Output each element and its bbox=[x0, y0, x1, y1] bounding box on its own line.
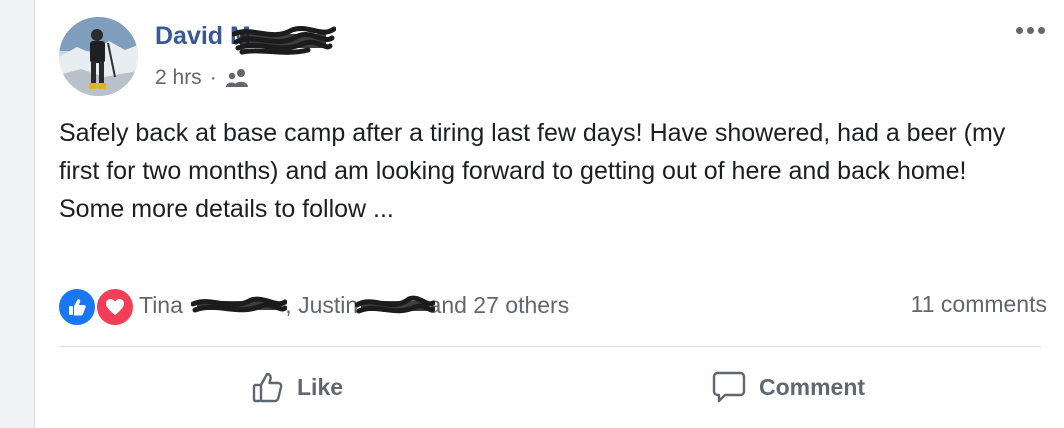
like-label: Like bbox=[297, 373, 344, 400]
comments-count[interactable]: 11 comments bbox=[911, 291, 1047, 318]
meta-separator: · bbox=[209, 66, 217, 89]
reactor-others[interactable]: and 27 others bbox=[429, 292, 570, 318]
redaction-scribble bbox=[354, 296, 435, 316]
post-card: David M 2 hrs · Safely back at base camp… bbox=[34, 0, 1064, 428]
redaction-mark bbox=[354, 296, 435, 314]
redaction-scribble bbox=[189, 296, 288, 316]
like-button[interactable]: Like bbox=[251, 362, 343, 412]
divider bbox=[59, 346, 1041, 347]
post-meta: 2 hrs · bbox=[155, 64, 251, 92]
more-options-icon[interactable] bbox=[1013, 20, 1047, 40]
friends-icon[interactable] bbox=[225, 68, 251, 88]
heart-icon bbox=[106, 299, 124, 315]
reactions-bar: Tina , Justin and 27 others 11 comments bbox=[57, 283, 1047, 327]
like-icon bbox=[252, 372, 283, 403]
comment-icon bbox=[712, 371, 746, 403]
thumbs-up-icon bbox=[69, 299, 86, 316]
reaction-icons[interactable] bbox=[57, 283, 139, 327]
comment-label: Comment bbox=[759, 373, 866, 400]
more-dot bbox=[1037, 26, 1045, 34]
avatar-photo bbox=[59, 17, 138, 96]
redaction-scribble bbox=[232, 26, 336, 55]
post-text-line: Some more details to follow ... bbox=[59, 195, 394, 223]
post-text: Safely back at base camp after a tiring … bbox=[59, 114, 1049, 228]
reactor-name[interactable]: Justin bbox=[298, 292, 358, 318]
more-dot bbox=[1015, 26, 1023, 34]
post-time[interactable]: 2 hrs bbox=[155, 66, 202, 90]
like-reaction-icon bbox=[57, 287, 97, 327]
redaction-mark bbox=[191, 297, 288, 313]
avatar[interactable] bbox=[59, 17, 138, 96]
love-reaction-icon bbox=[95, 287, 135, 327]
reactor-name[interactable]: Tina bbox=[139, 292, 183, 318]
more-dot bbox=[1026, 26, 1034, 34]
comment-button[interactable]: Comment bbox=[711, 362, 865, 412]
reactors-summary[interactable]: Tina , Justin and 27 others bbox=[139, 292, 569, 319]
post-text-line: Safely back at base camp after a tiring … bbox=[59, 119, 1006, 185]
